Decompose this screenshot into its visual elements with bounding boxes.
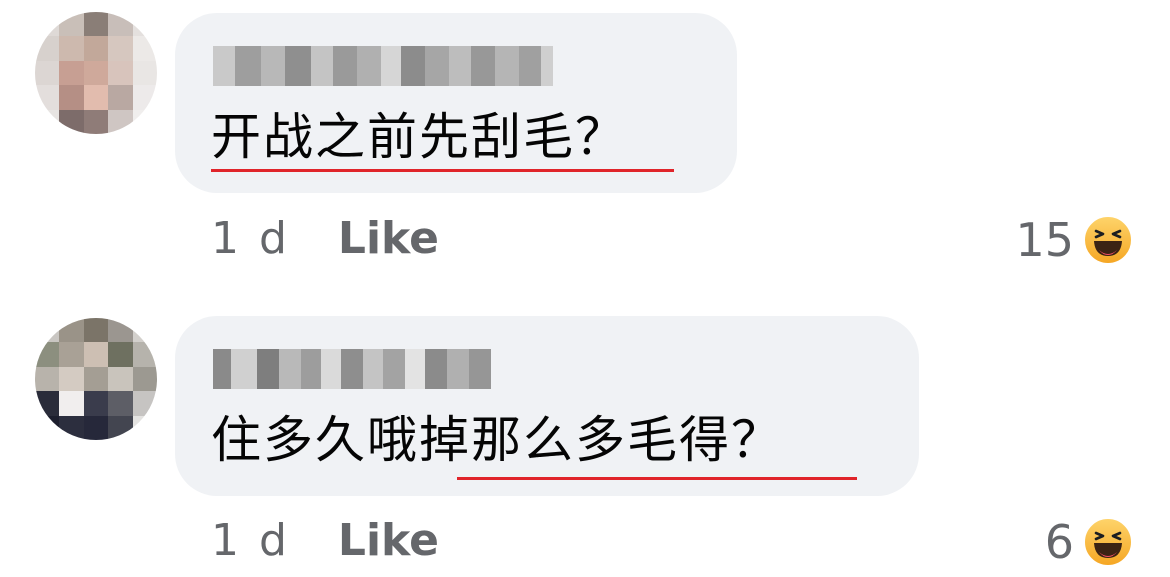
comment-text-highlighted: 掉那么多毛得？ (419, 411, 783, 469)
like-button[interactable]: Like (338, 213, 439, 264)
comment-timestamp[interactable]: 1 d (211, 213, 290, 264)
comment-text: 住多久哦掉那么多毛得？ (211, 408, 783, 472)
reaction-count: 15 (1015, 213, 1074, 267)
comment: 住多久哦掉那么多毛得？ 1 d Like 6 (0, 303, 1170, 577)
comment-text-plain: 住多久哦 (211, 411, 419, 469)
comment-timestamp[interactable]: 1 d (211, 515, 290, 566)
haha-emoji-icon (1083, 517, 1133, 567)
avatar[interactable] (35, 12, 157, 134)
reactions-summary[interactable]: 15 (1015, 213, 1134, 267)
comment-meta: 1 d Like (211, 515, 439, 566)
annotation-underline (211, 169, 674, 172)
author-name-blurred[interactable] (213, 46, 553, 86)
haha-emoji-icon (1083, 215, 1133, 265)
comment: 开战之前先刮毛？ 1 d Like 15 (0, 0, 1170, 290)
comment-text: 开战之前先刮毛？ (211, 108, 627, 166)
avatar[interactable] (35, 318, 157, 440)
comment-bubble: 住多久哦掉那么多毛得？ (175, 316, 919, 496)
author-name-blurred[interactable] (213, 349, 491, 389)
comment-bubble: 开战之前先刮毛？ (175, 13, 737, 193)
like-button[interactable]: Like (338, 515, 439, 566)
comment-meta: 1 d Like (211, 213, 439, 264)
reactions-summary[interactable]: 6 (1045, 515, 1134, 569)
reaction-count: 6 (1044, 515, 1074, 569)
annotation-underline (457, 477, 857, 480)
